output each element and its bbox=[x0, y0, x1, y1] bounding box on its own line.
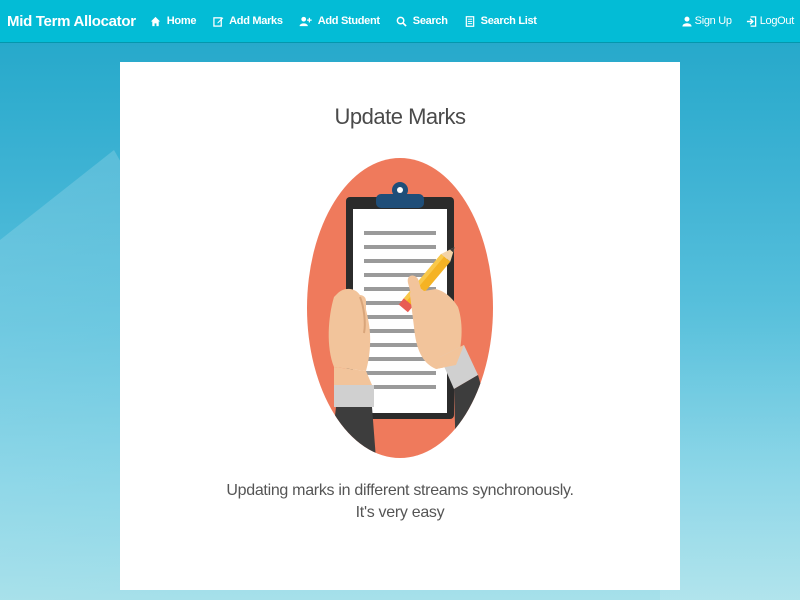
nav-home-label: Home bbox=[166, 15, 197, 27]
clipboard-pencil-illustration bbox=[307, 158, 493, 458]
home-icon bbox=[150, 15, 162, 27]
nav-add-student[interactable]: Add Student bbox=[299, 15, 380, 27]
nav-sign-up-label: Sign Up bbox=[694, 15, 732, 27]
nav-sign-up[interactable]: Sign Up bbox=[681, 15, 732, 27]
nav-search-list-label: Search List bbox=[480, 15, 537, 27]
user-icon bbox=[681, 15, 693, 27]
list-icon bbox=[464, 15, 476, 27]
nav-home[interactable]: Home bbox=[150, 15, 196, 27]
description-line-2: It's very easy bbox=[355, 504, 445, 521]
background-decoration bbox=[660, 300, 800, 600]
nav-search-list[interactable]: Search List bbox=[464, 15, 537, 27]
edit-icon bbox=[212, 15, 224, 27]
nav-links: Home Add Marks Add Student Search Search… bbox=[150, 15, 553, 27]
logout-icon bbox=[746, 15, 758, 27]
update-marks-card: Update Marks Updating marks in different… bbox=[120, 62, 680, 590]
nav-right-links: Sign Up LogOut bbox=[667, 15, 800, 27]
nav-add-marks-label: Add Marks bbox=[229, 15, 283, 27]
search-icon bbox=[396, 15, 408, 27]
brand-title[interactable]: Mid Term Allocator bbox=[0, 13, 150, 30]
nav-search[interactable]: Search bbox=[396, 15, 448, 27]
nav-search-label: Search bbox=[412, 15, 448, 27]
nav-logout-label: LogOut bbox=[759, 15, 795, 27]
add-user-icon bbox=[299, 15, 313, 27]
nav-add-marks[interactable]: Add Marks bbox=[212, 15, 283, 27]
nav-add-student-label: Add Student bbox=[317, 15, 380, 27]
top-navbar: Mid Term Allocator Home Add Marks Add St… bbox=[0, 0, 800, 43]
card-description: Updating marks in different streams sync… bbox=[120, 480, 680, 524]
nav-logout[interactable]: LogOut bbox=[746, 15, 794, 27]
description-line-1: Updating marks in different streams sync… bbox=[226, 482, 574, 499]
page-title: Update Marks bbox=[334, 104, 466, 129]
